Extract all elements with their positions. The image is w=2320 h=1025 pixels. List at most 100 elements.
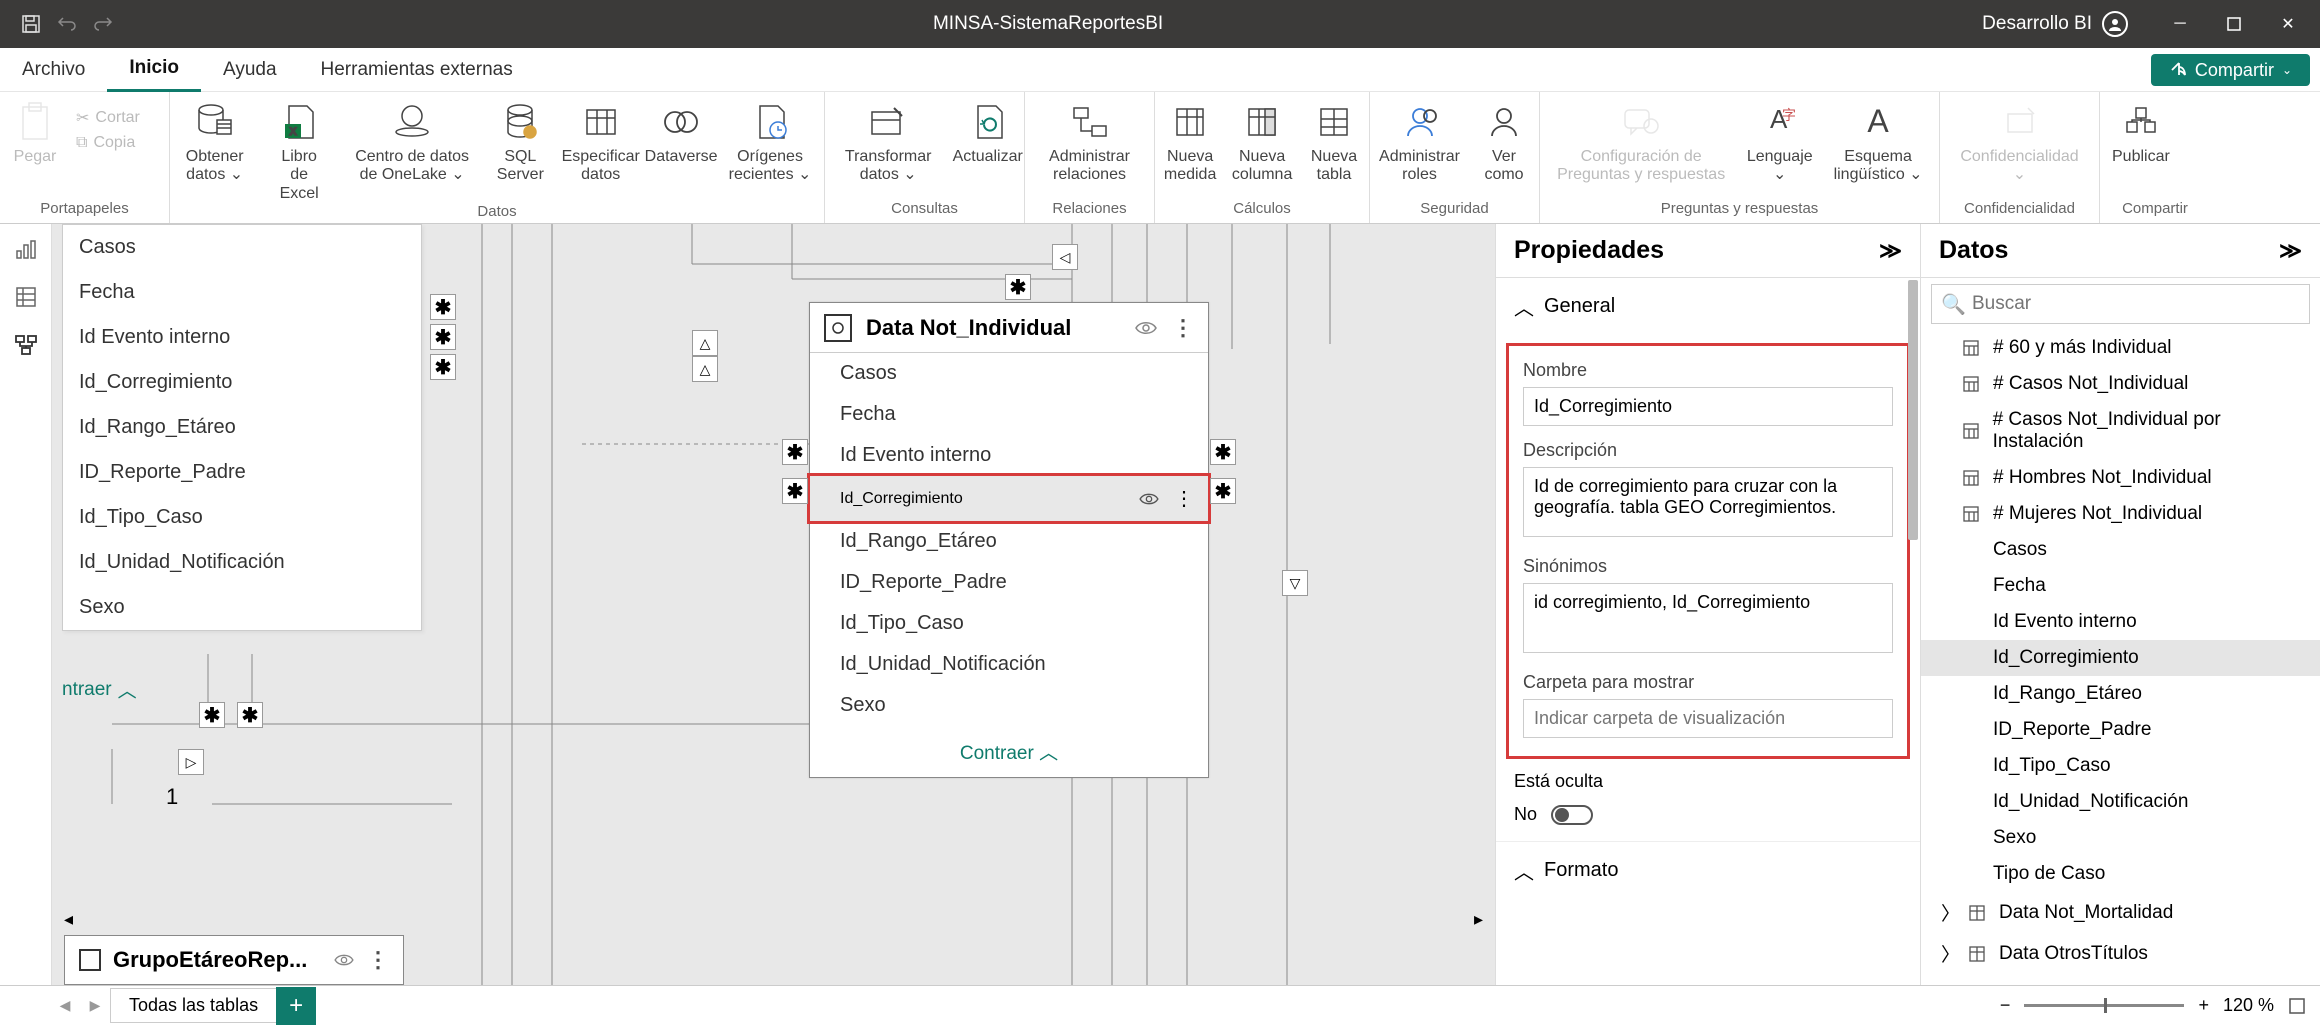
obtener-datos-button[interactable]: Obtener datos ⌄: [170, 102, 259, 185]
properties-scrollbar[interactable]: [1908, 280, 1918, 985]
section-general[interactable]: ︿General: [1496, 278, 1920, 335]
config-preguntas-button[interactable]: Configuración de Preguntas y respuestas: [1540, 102, 1742, 185]
user-label[interactable]: Desarrollo BI: [1982, 11, 2128, 37]
field-item[interactable]: # Mujeres Not_Individual: [1921, 496, 2320, 532]
cardinality-many-icon[interactable]: ✱: [430, 354, 456, 380]
visibility-icon[interactable]: [1134, 319, 1158, 337]
origenes-recientes-button[interactable]: Orígenes recientes ⌄: [716, 102, 824, 185]
cortar-button[interactable]: ✂Cortar: [76, 108, 140, 128]
data-view-icon[interactable]: [11, 282, 41, 312]
lenguaje-button[interactable]: A字Lenguaje ⌄: [1742, 102, 1817, 185]
administrar-relaciones-button[interactable]: Administrar relaciones: [1025, 102, 1154, 185]
share-button[interactable]: Compartir ⌄: [2151, 54, 2310, 86]
filter-direction-left-icon[interactable]: ◁: [1052, 244, 1078, 270]
input-carpeta[interactable]: [1523, 699, 1893, 738]
maximize-icon[interactable]: [2212, 0, 2256, 48]
section-formato[interactable]: ︿Formato: [1496, 841, 1920, 899]
libro-excel-button[interactable]: XLibro de Excel: [259, 102, 339, 203]
model-view-icon[interactable]: [11, 330, 41, 360]
menu-herramientas[interactable]: Herramientas externas: [299, 48, 535, 92]
more-icon[interactable]: ⋮: [1172, 315, 1194, 341]
field-item[interactable]: Sexo: [1921, 820, 2320, 856]
collapse-panel-icon[interactable]: ≫: [2279, 238, 2302, 264]
ver-como-button[interactable]: Ver como: [1469, 102, 1539, 185]
field-item[interactable]: Casos: [1921, 532, 2320, 568]
column-row[interactable]: Id_Tipo_Caso: [810, 603, 1208, 644]
column-row[interactable]: Id_Unidad_Notificación: [810, 644, 1208, 685]
actualizar-button[interactable]: Actualizar: [951, 102, 1024, 166]
cardinality-many-icon[interactable]: ✱: [782, 439, 808, 465]
nueva-medida-button[interactable]: Nueva medida: [1155, 102, 1225, 185]
filter-direction-up-icon[interactable]: △: [692, 356, 718, 382]
column-row[interactable]: Id_Rango_Etáreo: [810, 521, 1208, 562]
collapse-panel-icon[interactable]: ≫: [1879, 238, 1902, 264]
field-item[interactable]: Tipo de Caso: [1921, 856, 2320, 892]
cardinality-many-icon[interactable]: ✱: [237, 702, 263, 728]
especificar-datos-button[interactable]: Especificar datos: [555, 102, 646, 185]
toggle-oculta[interactable]: [1551, 805, 1593, 825]
nueva-columna-button[interactable]: Nueva columna: [1225, 102, 1299, 185]
tab-next-icon[interactable]: ▶: [80, 997, 110, 1014]
model-canvas[interactable]: CasosFechaId Evento internoId_Corregimie…: [52, 224, 1495, 985]
zoom-slider[interactable]: [2024, 1004, 2184, 1007]
field-item[interactable]: Id_Unidad_Notificación: [1921, 784, 2320, 820]
search-input[interactable]: [1931, 284, 2310, 324]
transformar-datos-button[interactable]: Transformar datos ⌄: [825, 102, 951, 185]
column-row[interactable]: Id Evento interno: [810, 435, 1208, 476]
close-icon[interactable]: ✕: [2266, 0, 2310, 48]
field-item[interactable]: Id_Rango_Etáreo: [1921, 676, 2320, 712]
save-icon[interactable]: [20, 13, 42, 35]
list-item[interactable]: Id_Rango_Etáreo: [63, 405, 421, 450]
menu-ayuda[interactable]: Ayuda: [201, 48, 299, 92]
input-nombre[interactable]: [1523, 387, 1893, 426]
table-data-not-individual[interactable]: Data Not_Individual ⋮ CasosFechaId Event…: [809, 302, 1209, 778]
table-grupo-etareo[interactable]: GrupoEtáreoRep... ⋮: [64, 935, 404, 985]
column-row[interactable]: Fecha: [810, 394, 1208, 435]
list-item[interactable]: Id Evento interno: [63, 315, 421, 360]
filter-direction-right-icon[interactable]: ▷: [178, 749, 204, 775]
list-item[interactable]: ID_Reporte_Padre: [63, 450, 421, 495]
list-item[interactable]: Id_Tipo_Caso: [63, 495, 421, 540]
canvas-scroll-right-icon[interactable]: ▸: [1474, 909, 1483, 930]
copiar-button[interactable]: ⧉Copia: [76, 134, 140, 152]
column-row[interactable]: Casos: [810, 353, 1208, 394]
confidencialidad-button[interactable]: Confidencialidad ⌄: [1940, 102, 2099, 185]
redo-icon[interactable]: [92, 13, 114, 35]
list-item[interactable]: Fecha: [63, 270, 421, 315]
add-tab-button[interactable]: +: [276, 987, 316, 1025]
field-item[interactable]: Id_Tipo_Caso: [1921, 748, 2320, 784]
canvas-scroll-left-icon[interactable]: ◂: [64, 909, 73, 930]
more-icon[interactable]: ⋮: [1174, 486, 1194, 511]
filter-direction-down-icon[interactable]: ▽: [1282, 570, 1308, 596]
field-item[interactable]: # Casos Not_Individual: [1921, 366, 2320, 402]
cardinality-many-icon[interactable]: ✱: [1005, 274, 1031, 300]
more-icon[interactable]: ⋮: [367, 947, 389, 973]
list-item[interactable]: Casos: [63, 225, 421, 270]
field-item[interactable]: Id_Corregimiento: [1921, 640, 2320, 676]
collapse-link-left[interactable]: ntraer︿: [58, 664, 137, 703]
field-item[interactable]: # Casos Not_Individual por Instalación: [1921, 402, 2320, 460]
cardinality-many-icon[interactable]: ✱: [782, 478, 808, 504]
tab-prev-icon[interactable]: ◀: [50, 997, 80, 1014]
esquema-button[interactable]: AEsquema lingüístico ⌄: [1817, 102, 1939, 185]
zoom-out-icon[interactable]: −: [2000, 995, 2011, 1016]
fit-page-icon[interactable]: [2288, 997, 2306, 1015]
zoom-in-icon[interactable]: +: [2198, 995, 2209, 1016]
table-item[interactable]: 〉Data Not_Mortalidad: [1921, 892, 2320, 933]
tab-all-tables[interactable]: Todas las tablas: [110, 988, 277, 1023]
administrar-roles-button[interactable]: Administrar roles: [1370, 102, 1469, 185]
field-item[interactable]: ID_Reporte_Padre: [1921, 712, 2320, 748]
visibility-icon[interactable]: [1138, 491, 1160, 507]
pegar-button[interactable]: Pegar: [0, 102, 70, 166]
cardinality-many-icon[interactable]: ✱: [430, 294, 456, 320]
report-view-icon[interactable]: [11, 234, 41, 264]
cardinality-many-icon[interactable]: ✱: [1210, 478, 1236, 504]
menu-archivo[interactable]: Archivo: [0, 48, 107, 92]
cardinality-many-icon[interactable]: ✱: [199, 702, 225, 728]
input-sinonimos[interactable]: [1523, 583, 1893, 653]
publicar-button[interactable]: Publicar: [2100, 102, 2182, 166]
list-item[interactable]: Id_Unidad_Notificación: [63, 540, 421, 585]
field-item[interactable]: # Hombres Not_Individual: [1921, 460, 2320, 496]
table-item[interactable]: 〉Data OtrosTítulos: [1921, 933, 2320, 974]
collapse-link[interactable]: Contraer ︿: [810, 726, 1208, 777]
